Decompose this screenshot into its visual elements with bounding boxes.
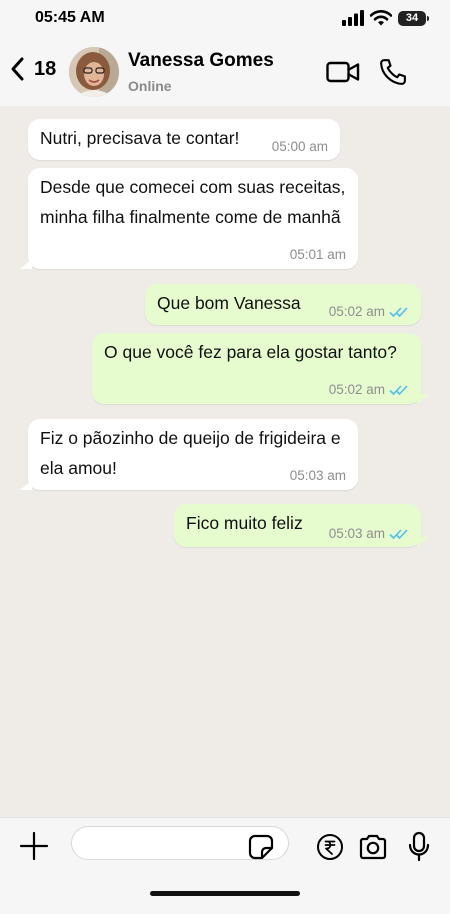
message-meta: 05:03 am (290, 468, 346, 484)
camera-button[interactable] (358, 833, 388, 866)
message-time: 05:02 am (328, 304, 385, 319)
message-outgoing[interactable]: O que você fez para ela gostar tanto? 05… (92, 333, 421, 404)
message-outgoing[interactable]: Fico muito feliz 05:03 am (174, 504, 421, 547)
message-outgoing[interactable]: Que bom Vanessa 05:02 am (145, 284, 421, 325)
message-meta: 05:00 am (272, 139, 328, 155)
message-meta: 05:01 am (290, 247, 346, 263)
unread-count: 18 (34, 57, 57, 80)
home-indicator[interactable] (150, 891, 300, 896)
message-incoming[interactable]: Nutri, precisava te contar! 05:00 am (28, 119, 340, 160)
voice-call-button[interactable] (378, 57, 408, 92)
sticker-button[interactable] (248, 834, 274, 865)
camera-icon (359, 834, 387, 860)
chat-area[interactable]: Nutri, precisava te contar! 05:00 am Des… (0, 106, 450, 817)
signal-icon (342, 10, 364, 26)
phone-icon (380, 59, 406, 85)
status-time: 05:45 AM (35, 9, 105, 26)
video-call-button[interactable] (326, 60, 360, 89)
battery-level: 34 (405, 12, 419, 24)
message-text: O que você fez para ela gostar tanto? (104, 342, 397, 362)
video-camera-icon (326, 61, 360, 83)
message-meta: 05:02 am (329, 304, 409, 320)
message-meta: 05:03 am (329, 526, 409, 542)
message-meta: 05:02 am (329, 382, 409, 398)
plus-icon (19, 831, 49, 861)
message-incoming[interactable]: Fiz o pãozinho de queijo de frigideira e… (20, 419, 358, 490)
double-check-icon (389, 307, 408, 318)
voice-message-button[interactable] (408, 831, 430, 868)
contact-name[interactable]: Vanessa Gomes (128, 50, 274, 72)
rupee-icon (317, 834, 343, 860)
status-icons: 34 (342, 8, 429, 28)
microphone-icon (408, 831, 430, 862)
chat-header: 18 Vanessa Gomes Online (0, 38, 450, 106)
attach-button[interactable] (18, 830, 50, 867)
chevron-left-icon (11, 57, 24, 81)
message-time: 05:02 am (328, 382, 385, 397)
message-time: 05:01 am (289, 247, 346, 262)
double-check-icon (389, 385, 408, 396)
sticker-icon (248, 834, 274, 860)
wifi-icon (370, 10, 392, 26)
avatar-image (69, 47, 119, 97)
double-check-icon (389, 529, 408, 540)
avatar[interactable] (69, 47, 119, 97)
message-input-bar (0, 817, 450, 914)
message-text: Desde que comecei com suas receitas, min… (40, 177, 346, 227)
message-time: 05:00 am (271, 139, 328, 154)
message-time: 05:03 am (289, 468, 346, 483)
back-button[interactable]: 18 (8, 56, 56, 82)
message-incoming[interactable]: Desde que comecei com suas receitas, min… (20, 168, 358, 269)
contact-status: Online (128, 78, 172, 94)
status-bar: 05:45 AM 34 (0, 0, 450, 38)
battery-icon: 34 (398, 10, 429, 26)
message-time: 05:03 am (328, 526, 385, 541)
payment-button[interactable] (316, 833, 344, 866)
